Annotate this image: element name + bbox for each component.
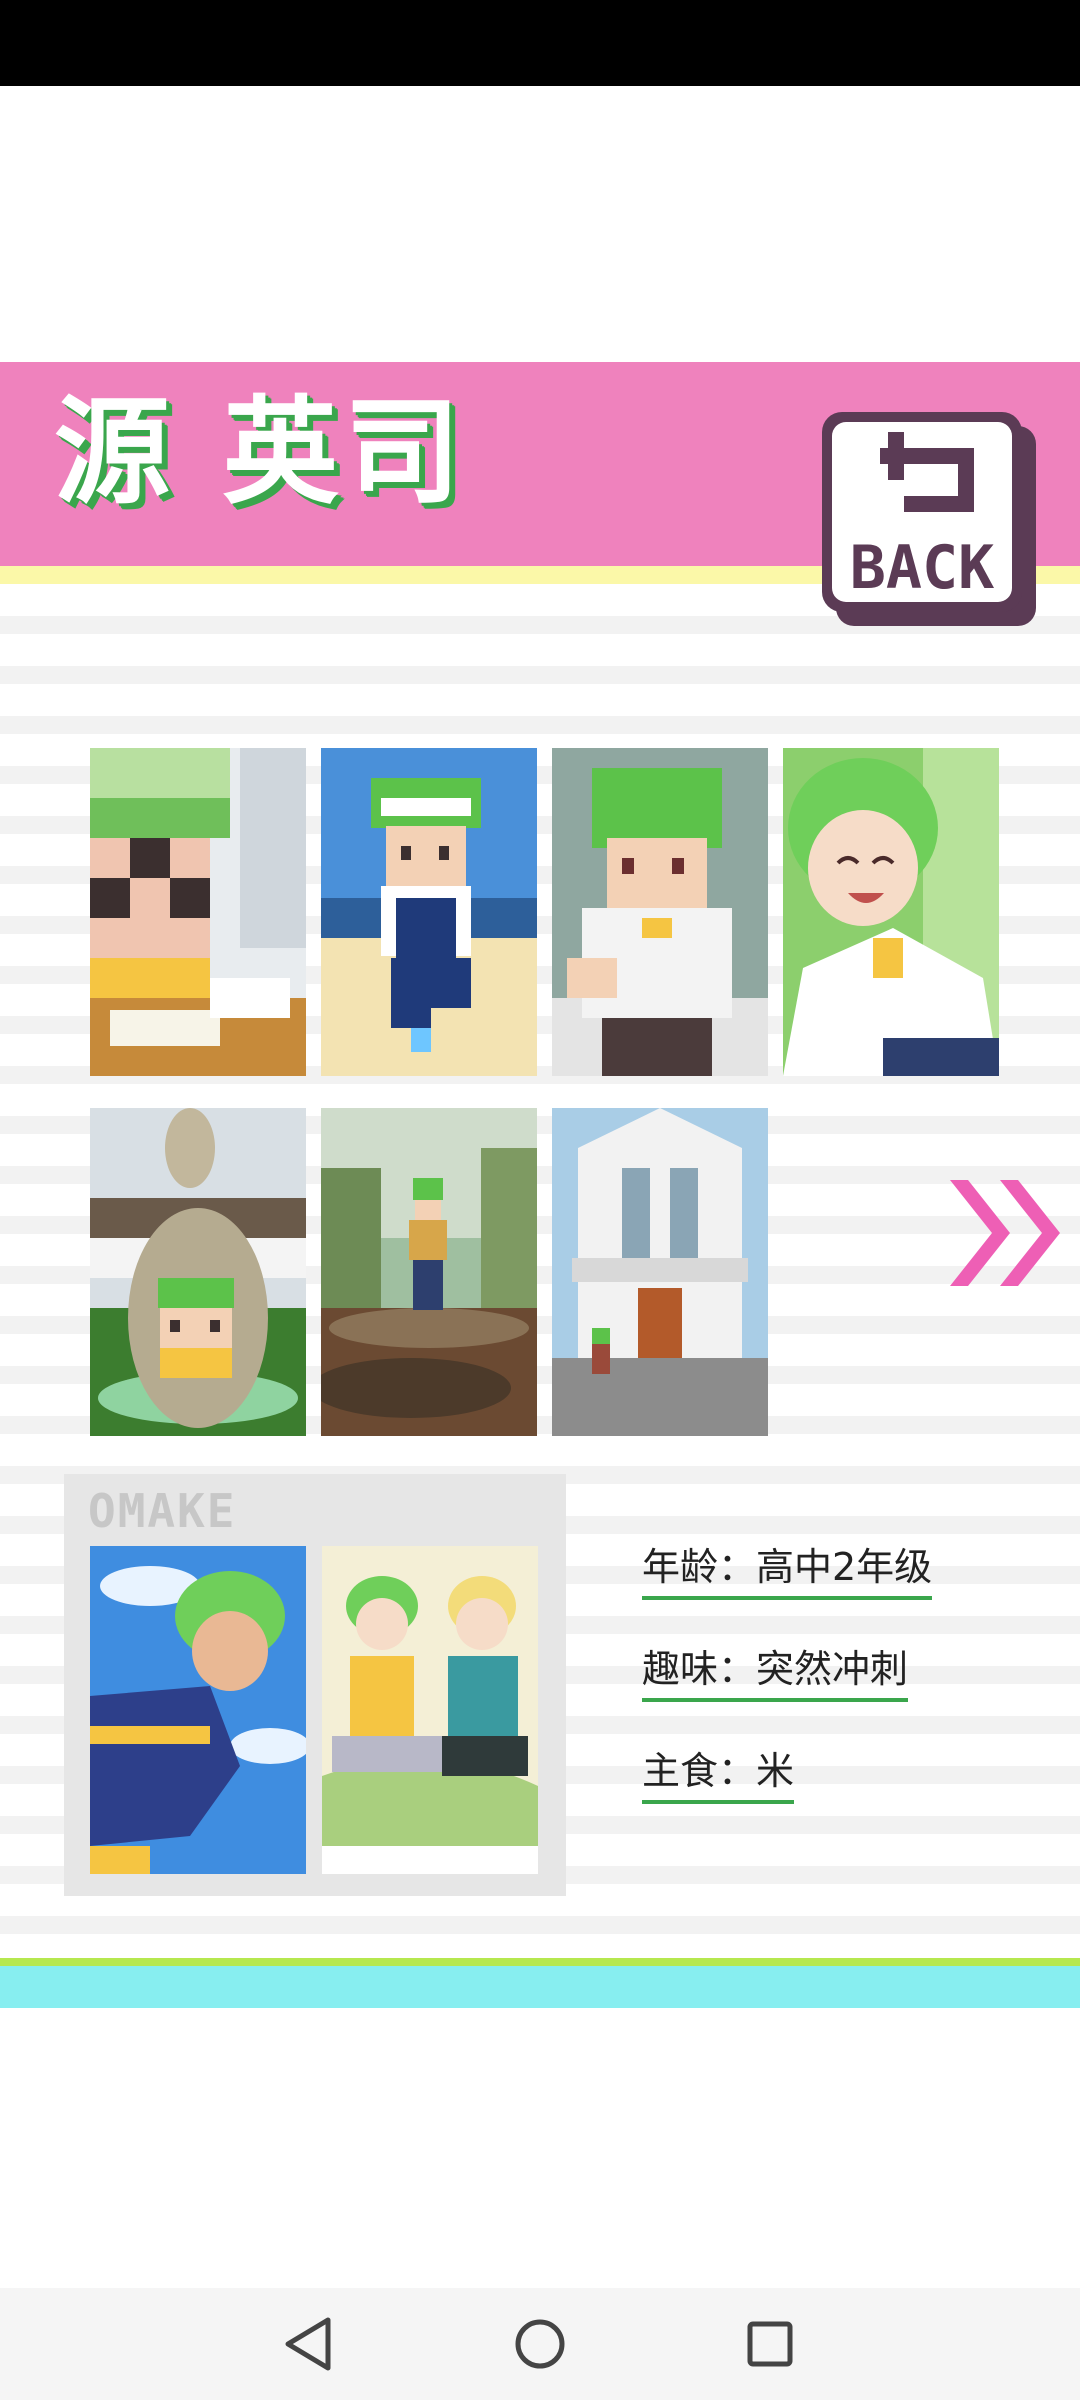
gallery-thumb-anime-smiling[interactable] [783,748,999,1076]
footer-lime-stripe [0,1958,1080,1966]
nav-home-button[interactable] [500,2304,580,2384]
gallery-thumb-pixel-running[interactable] [321,748,537,1076]
omake-title: OMAKE [88,1484,237,1538]
square-recents-icon [747,2321,793,2367]
profile-staple-food: 主食：米 [642,1752,795,1804]
gallery-thumb-kangaroo[interactable] [90,1108,306,1436]
omake-panel: OMAKE [64,1474,566,1896]
gallery-thumb-pixel-reaching[interactable] [552,748,768,1076]
back-label: BACK [850,533,995,603]
status-bar [0,0,1080,86]
footer-cyan-stripe [0,1966,1080,2008]
gallery-thumb-forest-stream[interactable] [321,1108,537,1436]
omake-thumb-gaming[interactable] [322,1546,538,1874]
nav-recents-button[interactable] [730,2304,810,2384]
gallery-thumb-church[interactable] [552,1108,768,1436]
gallery-thumb-pixel-desk[interactable] [90,748,306,1076]
omake-thumb-runner[interactable] [90,1546,306,1874]
back-button-graphic: BACK [822,412,1036,626]
profile-hobby: 趣味：突然冲刺 [642,1650,909,1702]
double-chevron-right-icon [950,1180,1060,1286]
back-button[interactable]: BACK [822,412,1036,626]
triangle-back-icon [285,2317,331,2371]
system-nav-bar [0,2288,1080,2400]
nav-back-button[interactable] [270,2304,350,2384]
character-name: 源 英司 [54,385,467,520]
profile-age: 年龄：高中2年级 [642,1548,933,1600]
circle-home-icon [515,2319,565,2369]
next-page-arrow[interactable] [950,1180,1068,1286]
